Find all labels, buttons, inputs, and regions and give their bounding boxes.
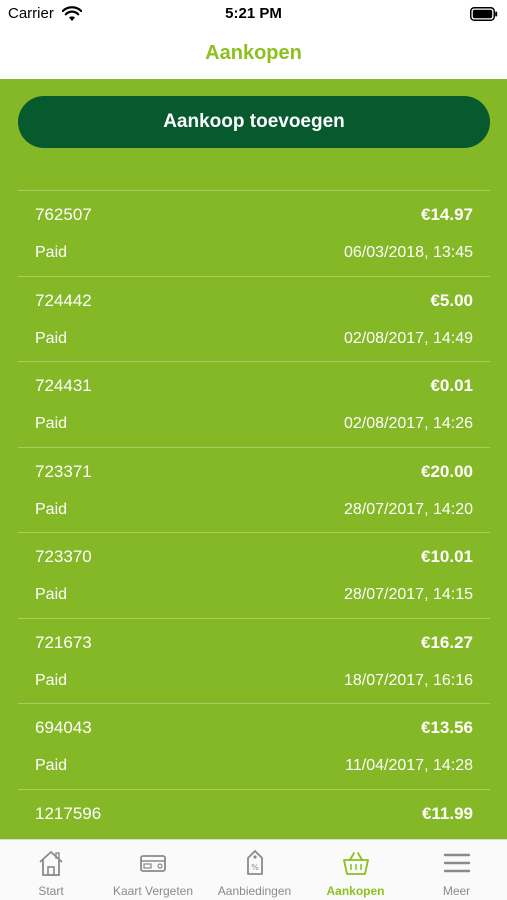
status-time: 5:21 PM	[225, 5, 282, 22]
card-icon	[140, 855, 166, 872]
purchase-amount: €14.97	[421, 205, 473, 224]
purchase-row[interactable]: 694043 €13.56 Paid 11/04/2017, 14:28	[18, 703, 490, 789]
battery-icon	[470, 7, 498, 21]
purchase-status: Paid	[35, 415, 68, 432]
add-purchase-button[interactable]: Aankoop toevoegen	[18, 96, 490, 148]
tab-label: Aankopen	[326, 884, 385, 898]
purchase-row[interactable]: 721673 €16.27 Paid 18/07/2017, 16:16	[18, 617, 490, 704]
tab-start[interactable]: Start	[0, 840, 102, 900]
purchase-id: 762507	[35, 205, 92, 224]
purchase-list[interactable]: 762507 €14.97 Paid 06/03/2018, 13:45 724442 €…	[18, 190, 490, 839]
purchase-amount: €13.56	[421, 718, 473, 737]
purchase-date: 28/07/2017, 14:15	[343, 586, 473, 603]
menu-icon	[443, 853, 470, 873]
purchase-id: 723371	[35, 461, 92, 481]
purchase-amount: €20.00	[421, 461, 473, 481]
svg-text:%: %	[251, 863, 259, 872]
purchase-date: 28/07/2017, 14:20	[343, 500, 473, 518]
purchase-status: Paid	[35, 244, 68, 261]
purchase-row[interactable]: 724442 €5.00 Paid 02/08/2017, 14:49	[18, 275, 490, 362]
purchase-id: 724442	[35, 290, 92, 310]
purchase-status: Paid	[35, 757, 68, 774]
purchase-row[interactable]: 762507 €14.97 Paid 06/03/2018, 13:45	[18, 190, 490, 276]
tab-label: Aanbiedingen	[217, 884, 292, 898]
tab-aanbiedingen[interactable]: % Aanbiedingen	[204, 840, 305, 900]
navigation-bar: Aankopen	[0, 30, 507, 78]
tab-kaart-vergeten[interactable]: Kaart Vergeten	[102, 840, 204, 900]
purchase-id: 1217596	[35, 803, 102, 823]
purchase-amount: €10.01	[421, 547, 473, 566]
purchase-date: 02/08/2017, 14:49	[343, 329, 473, 347]
discount-tag-icon: %	[246, 850, 263, 875]
purchases-content[interactable]: Aankoop toevoegen 762507 €14.97 Paid 06/03/…	[0, 79, 507, 839]
tab-meer[interactable]: Meer	[406, 840, 507, 900]
purchase-amount: €11.99	[421, 803, 473, 823]
page-title: Aankopen	[205, 42, 302, 64]
status-bar: Carrier 5:21 PM	[0, 0, 507, 30]
purchase-date: 18/07/2017, 16:16	[343, 671, 473, 689]
purchase-id: 694043	[35, 718, 92, 737]
tab-aankopen[interactable]: Aankopen	[305, 840, 406, 900]
purchase-id: 723370	[35, 547, 92, 566]
purchase-row[interactable]: 1217596€11.99Paid	[18, 788, 490, 840]
purchase-status: Paid	[35, 329, 68, 347]
purchase-id: 721673	[35, 632, 92, 652]
purchase-row[interactable]: 724431 €0.01 Paid 02/08/2017, 14:26	[18, 361, 490, 447]
purchase-row[interactable]: 723371 €20.00 Paid 28/07/2017, 14:20	[18, 446, 490, 533]
tab-bar: Start Kaart Vergeten % Aanbiedingen Aank…	[0, 839, 507, 900]
house-icon	[39, 851, 63, 876]
purchase-status: Paid	[35, 586, 68, 603]
purchase-status: Paid	[35, 500, 68, 518]
purchase-id: 724431	[35, 376, 92, 395]
basket-icon	[342, 852, 369, 875]
purchase-amount: €16.27	[421, 632, 473, 652]
tab-label: Meer	[442, 884, 471, 898]
purchase-date: 06/03/2018, 13:45	[343, 244, 473, 261]
purchase-date: 11/04/2017, 14:28	[345, 757, 473, 774]
purchase-date: 02/08/2017, 14:26	[343, 415, 473, 432]
tab-label: Start	[38, 884, 64, 898]
purchase-amount: €5.00	[430, 290, 473, 310]
purchase-row[interactable]: 723370 €10.01 Paid 28/07/2017, 14:15	[18, 532, 490, 618]
purchase-status: Paid	[35, 671, 68, 689]
tab-label: Kaart Vergeten	[112, 884, 194, 898]
purchase-amount: €0.01	[430, 376, 473, 395]
